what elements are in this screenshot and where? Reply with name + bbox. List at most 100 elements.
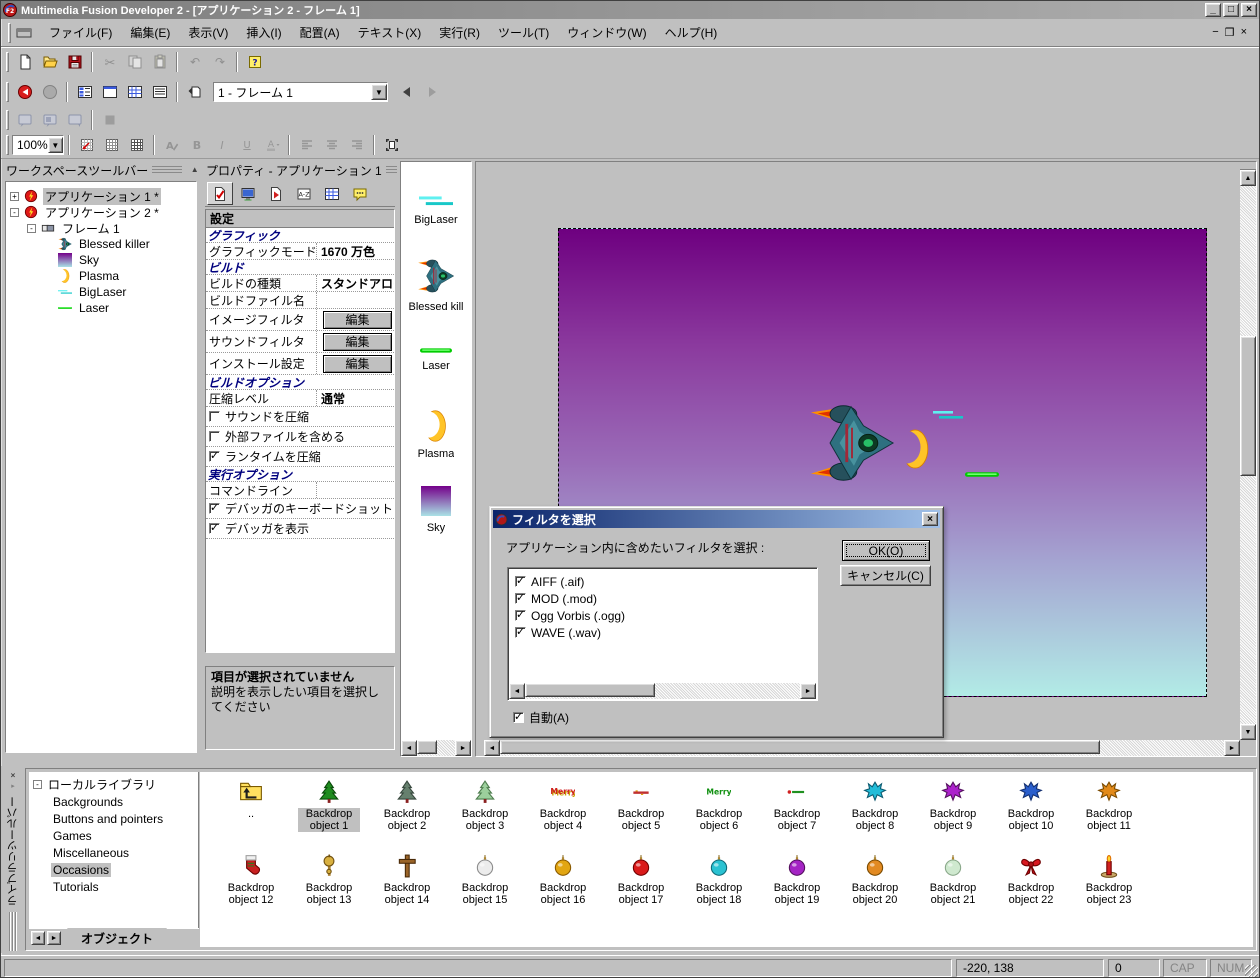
chevron-down-icon[interactable]: ▼: [48, 137, 63, 153]
scroll-left-icon[interactable]: ◄: [484, 740, 500, 756]
save-button[interactable]: [63, 51, 86, 73]
prop-values-button[interactable]: A-Z: [291, 182, 317, 205]
toolbar-grip[interactable]: [6, 52, 9, 72]
scroll-left-icon[interactable]: ◄: [509, 683, 525, 699]
checkbox[interactable]: [209, 451, 220, 462]
property-row[interactable]: ビルドの種類スタンドアロー: [206, 275, 394, 292]
zoom-selector[interactable]: 100% ▼: [12, 135, 64, 155]
tab-objects[interactable]: オブジェクト: [67, 928, 167, 949]
panel-grip[interactable]: [386, 166, 397, 175]
chevron-down-icon[interactable]: ▼: [371, 84, 387, 100]
sprite-ship[interactable]: [809, 397, 895, 489]
grid-options-button[interactable]: [75, 134, 98, 156]
expand-icon[interactable]: +: [10, 192, 19, 201]
property-value[interactable]: 通常: [317, 390, 394, 406]
filter-item[interactable]: WAVE (.wav): [508, 624, 817, 641]
scrollbar-thumb[interactable]: [417, 740, 437, 754]
grid-snap-button[interactable]: [125, 134, 148, 156]
workspace-tree-item[interactable]: -フレーム 1: [6, 220, 196, 236]
scroll-right-icon[interactable]: ►: [455, 740, 471, 756]
minimize-button[interactable]: _: [1205, 3, 1221, 17]
menu-item-3[interactable]: 挿入(I): [237, 23, 290, 43]
checkbox[interactable]: [209, 411, 220, 422]
scrollbar-thumb[interactable]: [525, 683, 655, 697]
workspace-tree-item[interactable]: BigLaser: [6, 284, 196, 300]
property-value[interactable]: 1670 万色: [317, 243, 394, 259]
scrollbar-thumb[interactable]: [500, 740, 1100, 754]
filter-item[interactable]: AIFF (.aif): [508, 573, 817, 590]
property-row[interactable]: グラフィックモード1670 万色: [206, 243, 394, 260]
checkbox[interactable]: [515, 627, 526, 638]
library-item[interactable]: Backdrop object 18: [680, 852, 758, 926]
new-document-button[interactable]: [13, 51, 36, 73]
checkbox[interactable]: [209, 431, 220, 442]
menu-item-4[interactable]: 配置(A): [291, 23, 349, 43]
ok-button[interactable]: OK(O): [842, 540, 930, 561]
library-tree-item[interactable]: Tutorials: [29, 878, 198, 895]
close-button[interactable]: ×: [1241, 3, 1257, 17]
menu-item-5[interactable]: テキスト(X): [349, 23, 431, 43]
toolbar-grip[interactable]: [6, 82, 9, 102]
collapse-icon[interactable]: -: [33, 780, 42, 789]
prop-about-button[interactable]: [347, 182, 373, 205]
horizontal-scrollbar[interactable]: ◄ ►: [484, 740, 1240, 756]
library-item[interactable]: Backdrop object 1: [290, 778, 368, 852]
menu-item-0[interactable]: ファイル(F): [40, 23, 121, 43]
filter-item[interactable]: Ogg Vorbis (.ogg): [508, 607, 817, 624]
tab-scroll-left-icon[interactable]: ◄: [31, 931, 45, 945]
menu-item-7[interactable]: ツール(T): [489, 23, 558, 43]
library-tree-item[interactable]: Backgrounds: [29, 793, 198, 810]
toolbar-grip[interactable]: [8, 23, 11, 43]
workspace-tree-item[interactable]: Plasma: [6, 268, 196, 284]
sprite-biglaser[interactable]: [925, 409, 971, 421]
mdi-minimize-button[interactable]: −: [1212, 26, 1218, 39]
checkbox[interactable]: [515, 610, 526, 621]
library-item[interactable]: Backdrop object 5: [602, 778, 680, 852]
cancel-button[interactable]: キャンセル(C): [840, 565, 931, 586]
library-item[interactable]: Backdrop object 9: [914, 778, 992, 852]
open-folder-button[interactable]: [38, 51, 61, 73]
mdi-child-icon[interactable]: [16, 27, 34, 39]
panel-grip[interactable]: [9, 912, 18, 951]
event-editor-button[interactable]: [123, 81, 146, 103]
library-item[interactable]: Backdrop object 2: [368, 778, 446, 852]
folder-up-item[interactable]: ..: [212, 778, 290, 852]
library-item[interactable]: Backdrop object 22: [992, 852, 1070, 926]
library-tree-item[interactable]: Games: [29, 827, 198, 844]
workspace-tree-item[interactable]: +アプリケーション 1 *: [6, 188, 196, 204]
prop-window-button[interactable]: [235, 182, 261, 205]
toolbar-grip[interactable]: [6, 135, 9, 155]
checkbox[interactable]: [515, 576, 526, 587]
splitter-box[interactable]: [1240, 162, 1256, 170]
library-item[interactable]: Backdrop object 11: [1070, 778, 1148, 852]
edit-button[interactable]: 編集: [323, 355, 392, 373]
tab-scroll-right-icon[interactable]: ►: [47, 931, 61, 945]
library-item[interactable]: Backdrop object 10: [992, 778, 1070, 852]
frame-editor-button[interactable]: [98, 81, 121, 103]
library-item[interactable]: Backdrop object 23: [1070, 852, 1148, 926]
property-row[interactable]: ビルドファイル名: [206, 292, 394, 309]
library-item[interactable]: MerryBackdrop object 6: [680, 778, 758, 852]
auto-checkbox-row[interactable]: 自動(A): [510, 709, 569, 726]
checkbox[interactable]: [209, 523, 220, 534]
library-item[interactable]: Backdrop object 19: [758, 852, 836, 926]
menu-item-2[interactable]: 表示(V): [179, 23, 237, 43]
auto-checkbox[interactable]: [513, 712, 524, 723]
help-button[interactable]: ?: [243, 51, 266, 73]
property-row[interactable]: 圧縮レベル通常: [206, 390, 394, 407]
library-item[interactable]: Backdrop object 13: [290, 852, 368, 926]
prop-runtime-button[interactable]: [263, 182, 289, 205]
fit-window-button[interactable]: [380, 134, 403, 156]
edit-button[interactable]: 編集: [323, 311, 392, 329]
dialog-title-bar[interactable]: フィルタを選択 ×: [493, 510, 940, 528]
pin-icon[interactable]: ▲: [188, 164, 199, 176]
library-item[interactable]: Backdrop object 21: [914, 852, 992, 926]
prev-frame-button[interactable]: [395, 81, 418, 103]
property-value[interactable]: スタンドアロー: [317, 275, 394, 291]
workspace-tree-item[interactable]: Blessed killer: [6, 236, 196, 252]
library-tree-item[interactable]: Miscellaneous: [29, 844, 198, 861]
workspace-tree-item[interactable]: Laser: [6, 300, 196, 316]
filter-item[interactable]: MOD (.mod): [508, 590, 817, 607]
vertical-scrollbar[interactable]: ▲ ▼: [1240, 162, 1256, 740]
library-tree-root[interactable]: -ローカルライブラリ: [29, 776, 198, 793]
